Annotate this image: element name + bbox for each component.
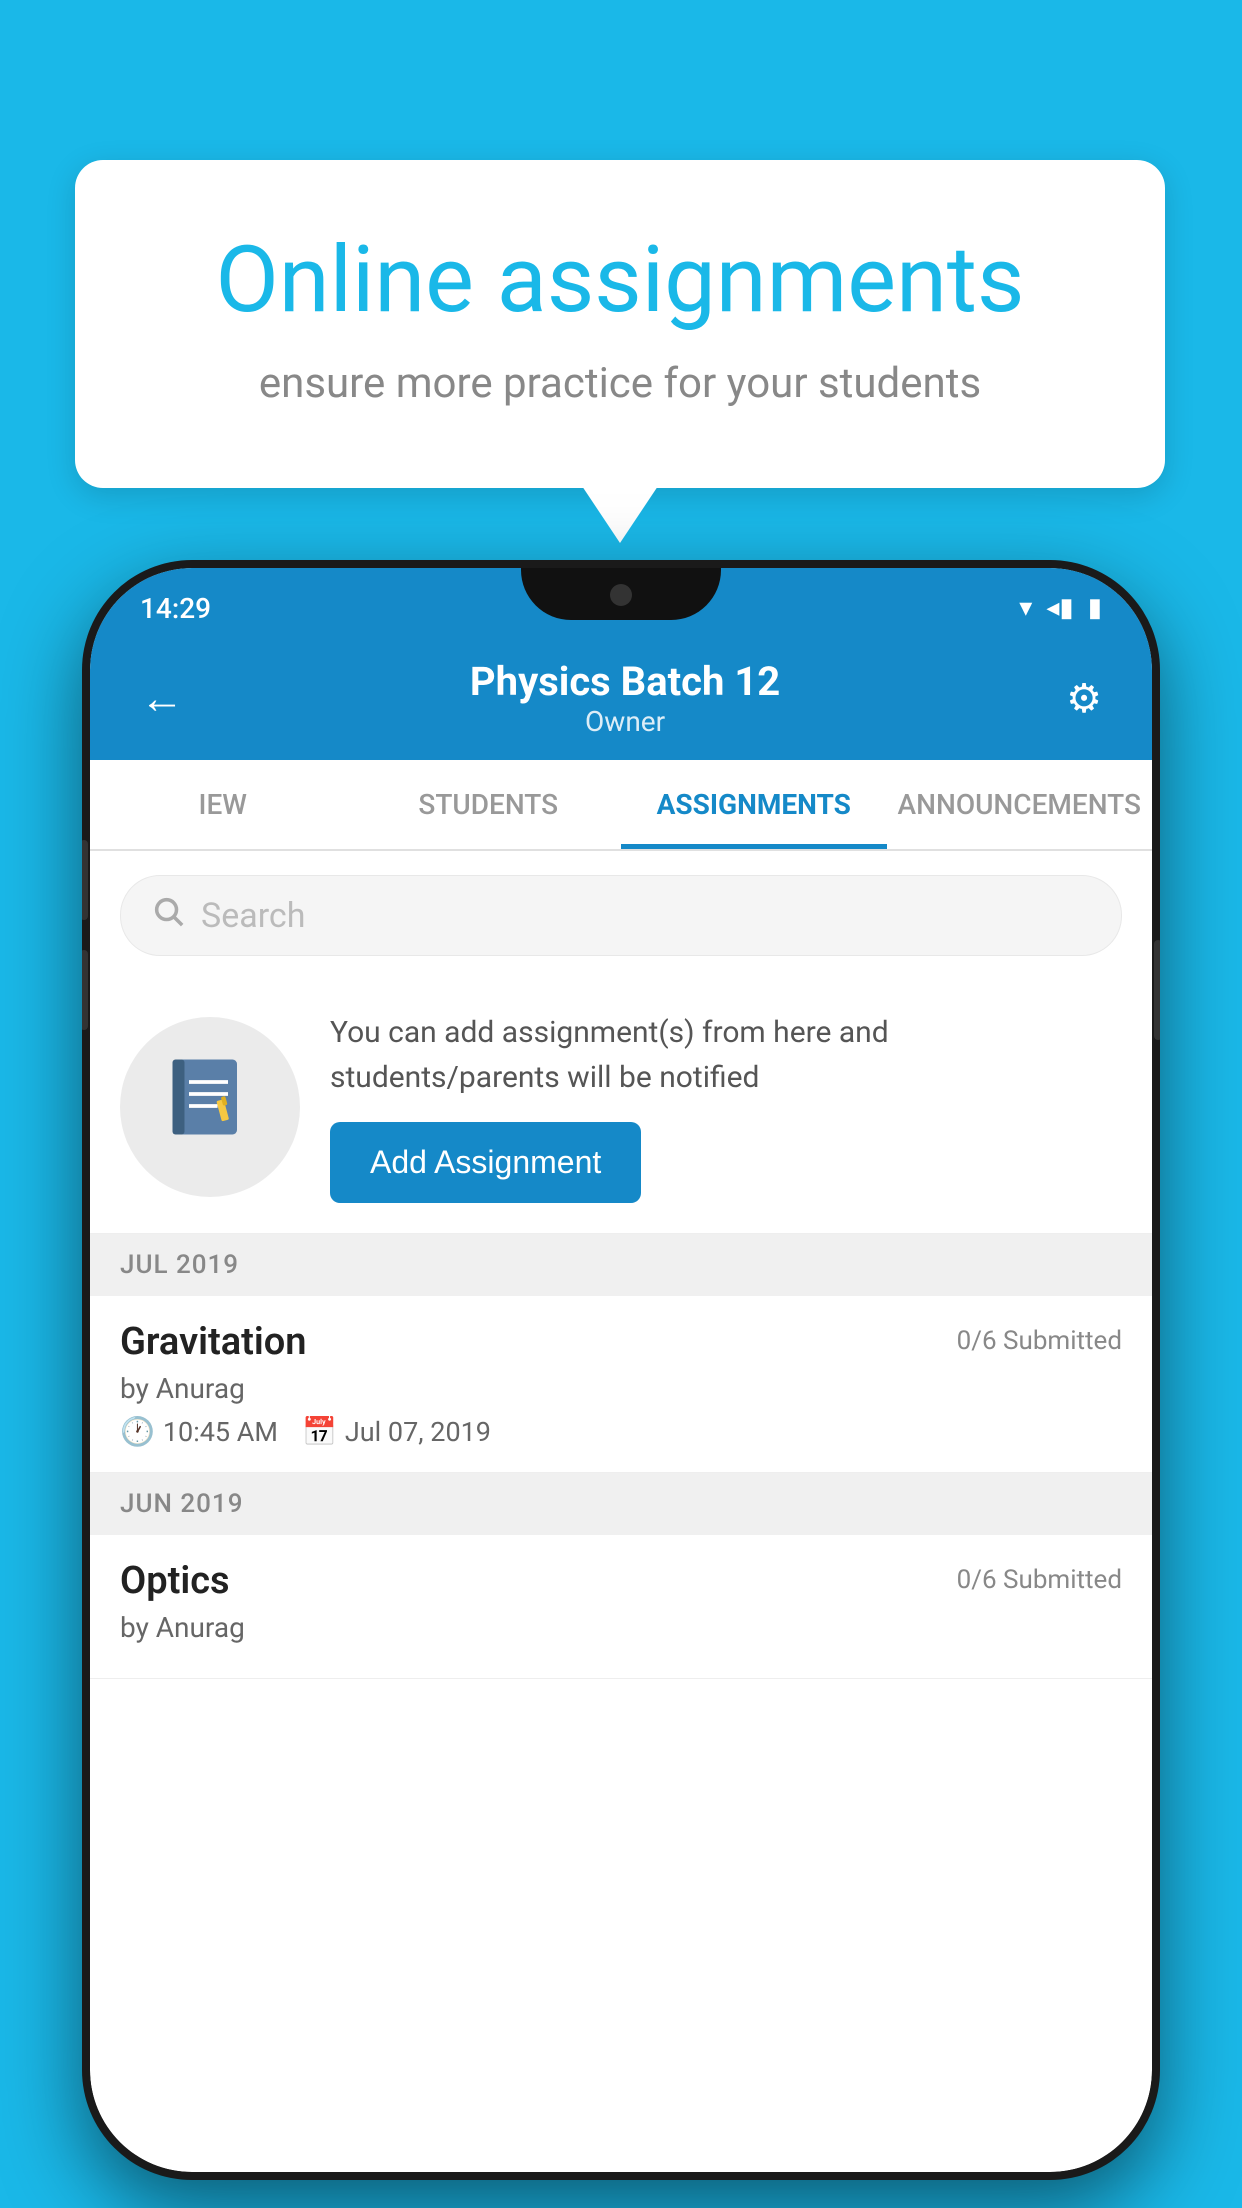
search-icon (151, 894, 185, 937)
notch (521, 568, 721, 620)
battery-icon: ▮ (1088, 593, 1102, 623)
settings-button[interactable]: ⚙ (1066, 675, 1102, 722)
info-text: You can add assignment(s) from here and … (330, 1010, 1122, 1100)
bubble-title: Online assignments (155, 230, 1085, 331)
meta-date: 📅 Jul 07, 2019 (302, 1415, 491, 1448)
wifi-icon: ▾ (1019, 593, 1032, 623)
tab-students[interactable]: STUDENTS (356, 760, 622, 849)
assignment-icon-circle (120, 1017, 300, 1197)
assignment-time: 10:45 AM (163, 1416, 278, 1448)
screen: 14:29 ▾ ◂▮ ▮ ← Physics Batch 12 Owner ⚙ … (90, 568, 1152, 2172)
assignment-item-gravitation[interactable]: Gravitation 0/6 Submitted by Anurag 🕐 10… (90, 1296, 1152, 1473)
assignment-date: Jul 07, 2019 (345, 1416, 491, 1448)
assignment-top: Gravitation 0/6 Submitted (120, 1320, 1122, 1364)
phone-inner: 14:29 ▾ ◂▮ ▮ ← Physics Batch 12 Owner ⚙ … (90, 568, 1152, 2172)
assignment-name: Gravitation (120, 1320, 307, 1364)
assignment-submitted-optics: 0/6 Submitted (957, 1565, 1122, 1595)
assignment-by-optics: by Anurag (120, 1611, 1122, 1644)
tabs: IEW STUDENTS ASSIGNMENTS ANNOUNCEMENTS (90, 760, 1152, 851)
assignment-submitted: 0/6 Submitted (957, 1326, 1122, 1356)
section-header-jun: JUN 2019 (90, 1473, 1152, 1535)
tab-assignments[interactable]: ASSIGNMENTS (621, 760, 887, 849)
assignment-name-optics: Optics (120, 1559, 230, 1603)
side-button-vol-up (82, 840, 88, 920)
camera (610, 584, 632, 606)
search-bar[interactable]: Search (120, 875, 1122, 956)
info-right: You can add assignment(s) from here and … (330, 1010, 1122, 1203)
side-button-right (1154, 940, 1160, 1040)
calendar-icon: 📅 (302, 1415, 337, 1448)
assignment-by: by Anurag (120, 1372, 1122, 1405)
tab-announcements[interactable]: ANNOUNCEMENTS (887, 760, 1153, 849)
assignment-top-optics: Optics 0/6 Submitted (120, 1559, 1122, 1603)
header-center: Physics Batch 12 Owner (184, 658, 1066, 738)
header-title: Physics Batch 12 (184, 658, 1066, 705)
clock-icon: 🕐 (120, 1415, 155, 1448)
tab-iew[interactable]: IEW (90, 760, 356, 849)
status-time: 14:29 (140, 592, 211, 625)
meta-time: 🕐 10:45 AM (120, 1415, 278, 1448)
app-header: ← Physics Batch 12 Owner ⚙ (90, 636, 1152, 760)
assignment-meta: 🕐 10:45 AM 📅 Jul 07, 2019 (120, 1415, 1122, 1448)
phone-frame: 14:29 ▾ ◂▮ ▮ ← Physics Batch 12 Owner ⚙ … (82, 560, 1160, 2180)
status-icons: ▾ ◂▮ ▮ (1019, 593, 1102, 623)
side-button-vol-down (82, 950, 88, 1030)
assignment-item-optics[interactable]: Optics 0/6 Submitted by Anurag (90, 1535, 1152, 1679)
notebook-icon (165, 1052, 255, 1162)
info-box: You can add assignment(s) from here and … (90, 980, 1152, 1234)
header-subtitle: Owner (184, 705, 1066, 738)
add-assignment-button[interactable]: Add Assignment (330, 1122, 641, 1203)
content: Search (90, 851, 1152, 1679)
bubble-subtitle: ensure more practice for your students (155, 359, 1085, 408)
signal-icon: ◂▮ (1046, 593, 1073, 623)
back-button[interactable]: ← (140, 672, 184, 724)
speech-bubble: Online assignments ensure more practice … (75, 160, 1165, 488)
search-placeholder: Search (201, 896, 305, 936)
section-header-jul: JUL 2019 (90, 1234, 1152, 1296)
